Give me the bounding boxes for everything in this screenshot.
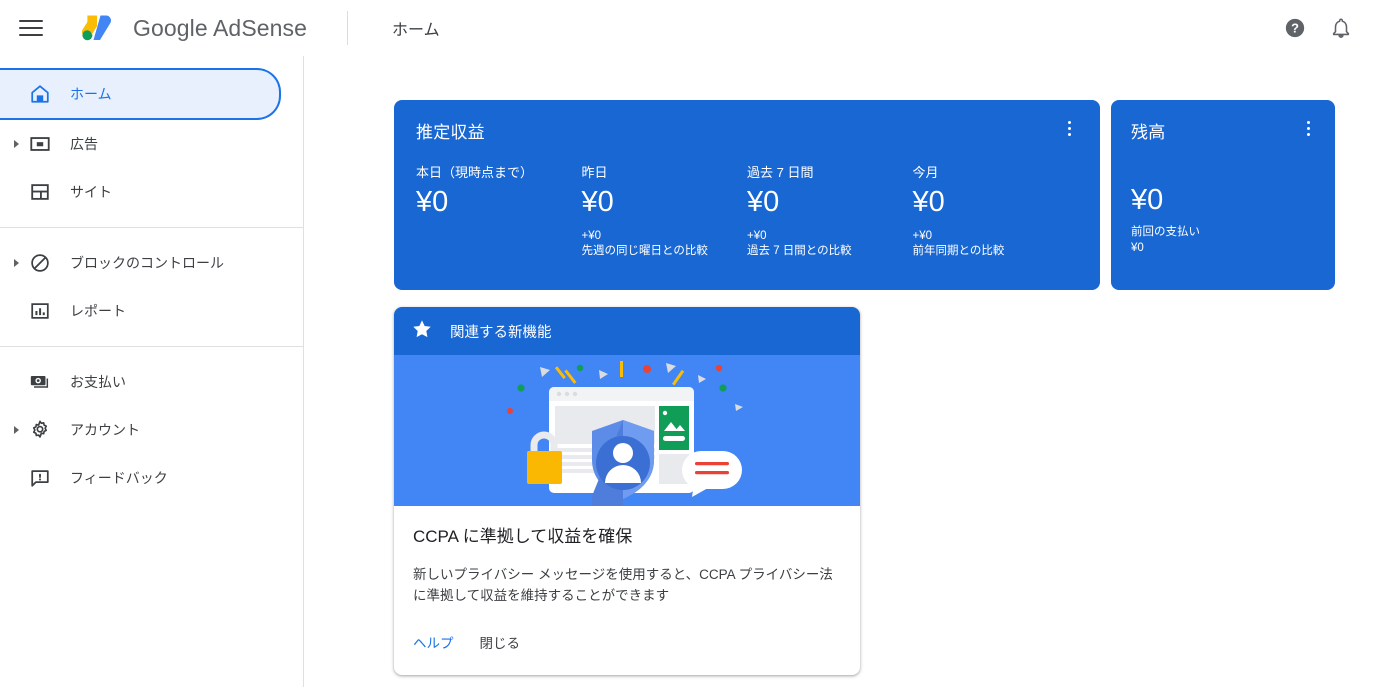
sidebar-item-label: フィードバック — [70, 470, 168, 486]
payments-icon — [28, 370, 52, 394]
adsense-logo-icon — [80, 13, 120, 43]
metric-label: 昨日 — [581, 165, 608, 180]
dismiss-button[interactable]: 閉じる — [480, 632, 521, 652]
whats-new-title: 関連する新機能 — [450, 324, 552, 341]
card-title: 推定収益 — [416, 123, 485, 142]
star-icon — [411, 318, 433, 345]
sidebar-item-label: ブロックのコントロール — [70, 255, 224, 271]
last-payment-label: 前回の支払い — [1131, 226, 1200, 238]
svg-text:?: ? — [1291, 21, 1299, 36]
metric-label: 今月 — [912, 165, 939, 180]
metric-delta: +¥0 — [581, 230, 602, 242]
chevron-right-icon[interactable] — [10, 140, 22, 148]
sidebar-divider — [0, 227, 303, 228]
whats-new-card: 関連する新機能 CCPA に準拠して収益を確保 新しいプライバシー メッセージを… — [394, 307, 860, 675]
feedback-icon — [28, 466, 52, 490]
last-payment-amount: ¥0 — [1131, 242, 1144, 254]
sidebar-item-label: ホーム — [70, 86, 112, 102]
news-title: CCPA に準拠して収益を確保 — [413, 527, 633, 546]
metric-last-7-days: 過去 7 日間 ¥0 +¥0 過去 7 日間との比較 — [747, 165, 913, 259]
overflow-menu-icon[interactable] — [1299, 118, 1317, 138]
metric-this-month: 今月 ¥0 +¥0 前年同期との比較 — [913, 165, 1079, 259]
metrics-list: 本日（現時点まで） ¥0 昨日 ¥0 +¥0 先週の同じ曜日との比較 過去 7 … — [416, 165, 1078, 259]
metric-value: ¥0 — [416, 186, 449, 218]
sidebar-item-label: サイト — [70, 184, 112, 200]
brand[interactable]: Google AdSense — [80, 13, 307, 43]
notifications-bell-icon[interactable] — [1329, 16, 1353, 40]
brand-name: Google AdSense — [133, 14, 308, 41]
chevron-right-icon[interactable] — [10, 259, 22, 267]
metric-comparison: 先週の同じ曜日との比較 — [581, 245, 708, 257]
balance-value: ¥0 — [1131, 184, 1164, 216]
metric-value: ¥0 — [747, 186, 780, 218]
sidebar: ホーム 広告 サイト ブロックのコントロール レポート お支払い アカウント フ… — [0, 56, 304, 687]
metric-comparison: 前年同期との比較 — [912, 245, 1005, 257]
chevron-right-icon[interactable] — [10, 426, 22, 434]
page-title: ホーム — [392, 22, 440, 39]
home-icon — [28, 82, 52, 106]
news-description: 新しいプライバシー メッセージを使用すると、CCPA プライバシー法に準拠して収… — [413, 567, 833, 603]
reports-icon — [28, 299, 52, 323]
card-header: 推定収益 — [416, 118, 1078, 143]
sidebar-item-account[interactable]: アカウント — [0, 406, 279, 454]
metric-comparison: 過去 7 日間との比較 — [747, 245, 852, 257]
appbar-actions: ? — [1283, 16, 1353, 40]
card-title: 残高 — [1131, 123, 1166, 142]
help-icon[interactable]: ? — [1283, 16, 1307, 40]
overflow-menu-icon[interactable] — [1060, 118, 1078, 138]
sidebar-item-feedback[interactable]: フィードバック — [0, 454, 279, 502]
help-link[interactable]: ヘルプ — [413, 632, 454, 652]
metric-delta: +¥0 — [912, 230, 933, 242]
sidebar-item-sites[interactable]: サイト — [0, 168, 279, 216]
sidebar-item-payments[interactable]: お支払い — [0, 358, 279, 406]
sidebar-item-ads[interactable]: 広告 — [0, 120, 279, 168]
balance-card: 残高 ¥0 前回の支払い ¥0 — [1111, 100, 1335, 290]
app-bar: Google AdSense ホーム ? — [0, 0, 1375, 56]
hamburger-menu-icon[interactable] — [19, 16, 43, 40]
whats-new-header: 関連する新機能 — [394, 307, 860, 355]
appbar-divider — [347, 11, 349, 45]
ads-icon — [28, 132, 52, 156]
sidebar-item-label: 広告 — [70, 136, 98, 152]
metric-label: 過去 7 日間 — [747, 165, 814, 180]
sidebar-item-label: アカウント — [70, 422, 140, 438]
block-icon — [28, 251, 52, 275]
metric-label: 本日（現時点まで） — [416, 165, 534, 180]
sidebar-item-label: レポート — [70, 303, 126, 319]
news-actions: ヘルプ 閉じる — [413, 632, 841, 652]
sidebar-divider — [0, 346, 303, 347]
metric-value: ¥0 — [581, 186, 614, 218]
metric-delta: +¥0 — [747, 230, 767, 242]
sidebar-item-home[interactable]: ホーム — [0, 68, 281, 120]
summary-cards-row: 推定収益 本日（現時点まで） ¥0 昨日 ¥0 +¥0 先週の同じ曜日との比較 … — [394, 100, 1335, 290]
gear-icon — [28, 418, 52, 442]
sidebar-item-label: お支払い — [70, 374, 126, 390]
sidebar-item-blocking-controls[interactable]: ブロックのコントロール — [0, 239, 279, 287]
card-header: 残高 — [1131, 118, 1317, 143]
metric-today: 本日（現時点まで） ¥0 — [416, 165, 582, 259]
metric-yesterday: 昨日 ¥0 +¥0 先週の同じ曜日との比較 — [582, 165, 748, 259]
sidebar-item-reports[interactable]: レポート — [0, 287, 279, 335]
main-content: 推定収益 本日（現時点まで） ¥0 昨日 ¥0 +¥0 先週の同じ曜日との比較 … — [305, 56, 1375, 687]
estimated-earnings-card: 推定収益 本日（現時点まで） ¥0 昨日 ¥0 +¥0 先週の同じ曜日との比較 … — [394, 100, 1100, 290]
ccpa-illustration — [394, 355, 860, 506]
metric-value: ¥0 — [912, 186, 945, 218]
sites-icon — [28, 180, 52, 204]
whats-new-body: CCPA に準拠して収益を確保 新しいプライバシー メッセージを使用すると、CC… — [394, 506, 860, 652]
